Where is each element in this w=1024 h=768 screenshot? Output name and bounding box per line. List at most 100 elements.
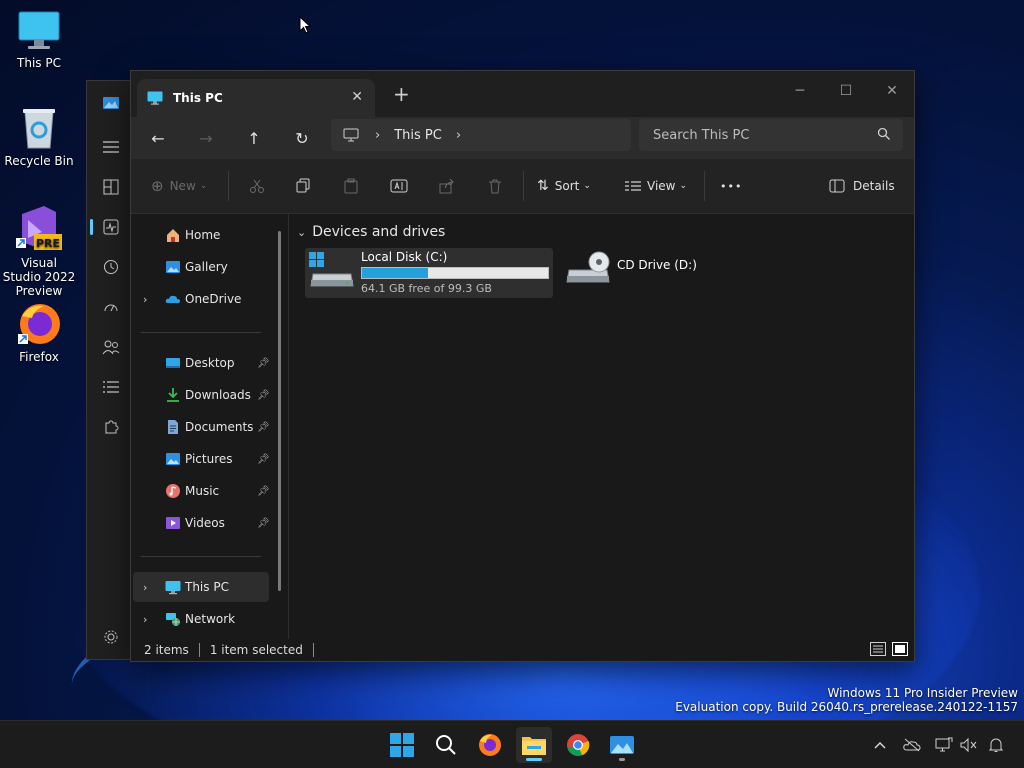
pin-icon[interactable]: 📌︎ — [257, 518, 270, 529]
nav-item-home[interactable]: Home — [133, 220, 269, 250]
search-icon[interactable] — [877, 127, 891, 141]
photos-icon[interactable] — [99, 91, 123, 115]
group-header-devices[interactable]: ⌄ Devices and drives — [297, 224, 445, 240]
maximize-icon[interactable]: ☐ — [823, 77, 869, 105]
nav-pane-scrollbar[interactable] — [278, 231, 281, 591]
nav-label: Documents — [185, 420, 254, 434]
tab-close-icon[interactable]: ✕ — [351, 89, 363, 105]
firefox-taskbar-button[interactable] — [472, 727, 508, 763]
search-input[interactable]: Search This PC — [639, 119, 903, 151]
nav-item-documents[interactable]: Documents 📌︎ — [133, 412, 270, 442]
drive-item-local-disk[interactable]: Local Disk (C:) 64.1 GB free of 99.3 GB — [305, 248, 553, 298]
desktop-icon-firefox[interactable]: Firefox — [1, 300, 77, 364]
search-taskbar-button[interactable] — [428, 727, 464, 763]
nav-item-onedrive[interactable]: › OneDrive — [133, 284, 269, 314]
desktop-icon-recycle-bin[interactable]: Recycle Bin — [1, 106, 77, 168]
nav-label: Pictures — [185, 452, 233, 466]
drive-item-cd-drive[interactable]: CD Drive (D:) — [563, 248, 713, 298]
paste-icon[interactable] — [343, 173, 359, 199]
nav-item-pictures[interactable]: Pictures 📌︎ — [133, 444, 270, 474]
chevron-right-icon[interactable]: › — [143, 293, 147, 306]
document-icon — [168, 420, 178, 434]
nav-item-gallery[interactable]: Gallery — [133, 252, 269, 282]
address-bar[interactable]: › This PC › — [331, 119, 631, 151]
refresh-icon[interactable]: ↻ — [287, 125, 317, 151]
chevron-down-icon: ⌄ — [583, 181, 591, 191]
more-options-button[interactable]: ••• — [720, 173, 742, 199]
nav-label: Desktop — [185, 356, 235, 370]
activity-monitor-icon[interactable] — [99, 215, 123, 239]
desktop-icon-visual-studio[interactable]: PRE Visual Studio 2022 Preview — [1, 204, 77, 298]
nav-item-videos[interactable]: Videos 📌︎ — [133, 508, 270, 538]
sort-button[interactable]: ⇅ Sort ⌄ — [537, 173, 591, 199]
puzzle-icon[interactable] — [99, 415, 123, 439]
pictures-icon — [166, 453, 180, 465]
nav-label: Network — [185, 612, 236, 626]
volume-muted-icon[interactable] — [958, 735, 978, 755]
nav-label: Home — [185, 228, 221, 242]
desktop-icon-this-pc[interactable]: This PC — [1, 10, 77, 70]
chrome-taskbar-button[interactable] — [560, 727, 596, 763]
nav-item-downloads[interactable]: Downloads 📌︎ — [133, 380, 270, 410]
view-button[interactable]: View ⌄ — [625, 173, 687, 199]
nav-item-music[interactable]: Music 📌︎ — [133, 476, 270, 506]
monitor-outline-icon — [343, 128, 359, 142]
chevron-right-icon[interactable]: › — [143, 613, 147, 626]
recycle-bin-icon — [23, 109, 55, 149]
cd-drive-icon — [566, 251, 610, 283]
nav-label: Downloads — [185, 388, 251, 402]
hamburger-menu-icon[interactable] — [99, 135, 123, 159]
forward-arrow-icon[interactable]: → — [191, 125, 221, 151]
chevron-right-icon[interactable]: › — [143, 581, 147, 594]
navigation-bar: ← → ↑ ↻ › This PC › Search This PC — [131, 117, 914, 159]
new-tab-icon[interactable]: + — [393, 84, 410, 104]
photos-taskbar-button[interactable] — [604, 727, 640, 763]
users-icon[interactable] — [99, 335, 123, 359]
tab-this-pc[interactable]: This PC ✕ — [137, 79, 375, 117]
details-button[interactable]: Details — [829, 173, 895, 199]
settings-gear-icon[interactable] — [99, 625, 123, 649]
breadcrumb-chevron-icon[interactable]: › — [456, 128, 461, 143]
delete-icon[interactable] — [487, 173, 503, 199]
layout-icon[interactable] — [99, 175, 123, 199]
back-arrow-icon[interactable]: ← — [143, 125, 173, 151]
nav-label: Music — [185, 484, 220, 498]
pin-icon[interactable]: 📌︎ — [257, 422, 270, 433]
rename-icon[interactable] — [390, 173, 408, 199]
history-icon[interactable] — [99, 255, 123, 279]
monitor-icon — [18, 11, 60, 49]
list-icon[interactable] — [99, 375, 123, 399]
cloud-offline-icon[interactable] — [902, 735, 922, 755]
details-view-toggle-icon[interactable] — [870, 642, 886, 659]
notification-bell-icon[interactable] — [986, 735, 1006, 755]
pin-icon[interactable]: 📌︎ — [257, 390, 270, 401]
nav-item-this-pc[interactable]: › This PC — [133, 572, 269, 602]
file-explorer-taskbar-button[interactable] — [516, 727, 552, 763]
command-separator — [523, 171, 524, 201]
sort-arrows-icon: ⇅ — [537, 178, 549, 194]
breadcrumb-this-pc[interactable]: This PC — [394, 128, 442, 143]
tiles-view-toggle-icon[interactable] — [892, 642, 908, 659]
pin-icon[interactable]: 📌︎ — [257, 486, 270, 497]
up-arrow-icon[interactable]: ↑ — [239, 125, 269, 151]
windows-drive-icon — [309, 252, 354, 287]
start-button[interactable] — [384, 727, 420, 763]
new-button[interactable]: ⊕ New ⌄ — [151, 173, 207, 199]
speed-gauge-icon[interactable] — [99, 295, 123, 319]
show-hidden-icons-chevron-up-icon[interactable] — [870, 735, 890, 755]
share-icon[interactable] — [439, 173, 455, 199]
display-network-icon[interactable] — [934, 735, 954, 755]
pin-icon[interactable]: 📌︎ — [257, 358, 270, 369]
nav-item-network[interactable]: › Network — [133, 604, 269, 634]
pin-icon[interactable]: 📌︎ — [257, 454, 270, 465]
content-pane: ⌄ Devices and drives Local Disk (C:) 64.… — [289, 214, 914, 639]
cut-icon[interactable] — [249, 173, 265, 199]
drive-usage-fill — [362, 268, 428, 278]
minimize-icon[interactable]: ─ — [777, 77, 823, 105]
photos-icon — [610, 736, 634, 754]
copy-icon[interactable] — [295, 173, 311, 199]
close-window-icon[interactable]: ✕ — [869, 77, 915, 105]
nav-label: Gallery — [185, 260, 228, 274]
nav-item-desktop[interactable]: Desktop 📌︎ — [133, 348, 270, 378]
visual-studio-icon: PRE — [16, 206, 62, 250]
